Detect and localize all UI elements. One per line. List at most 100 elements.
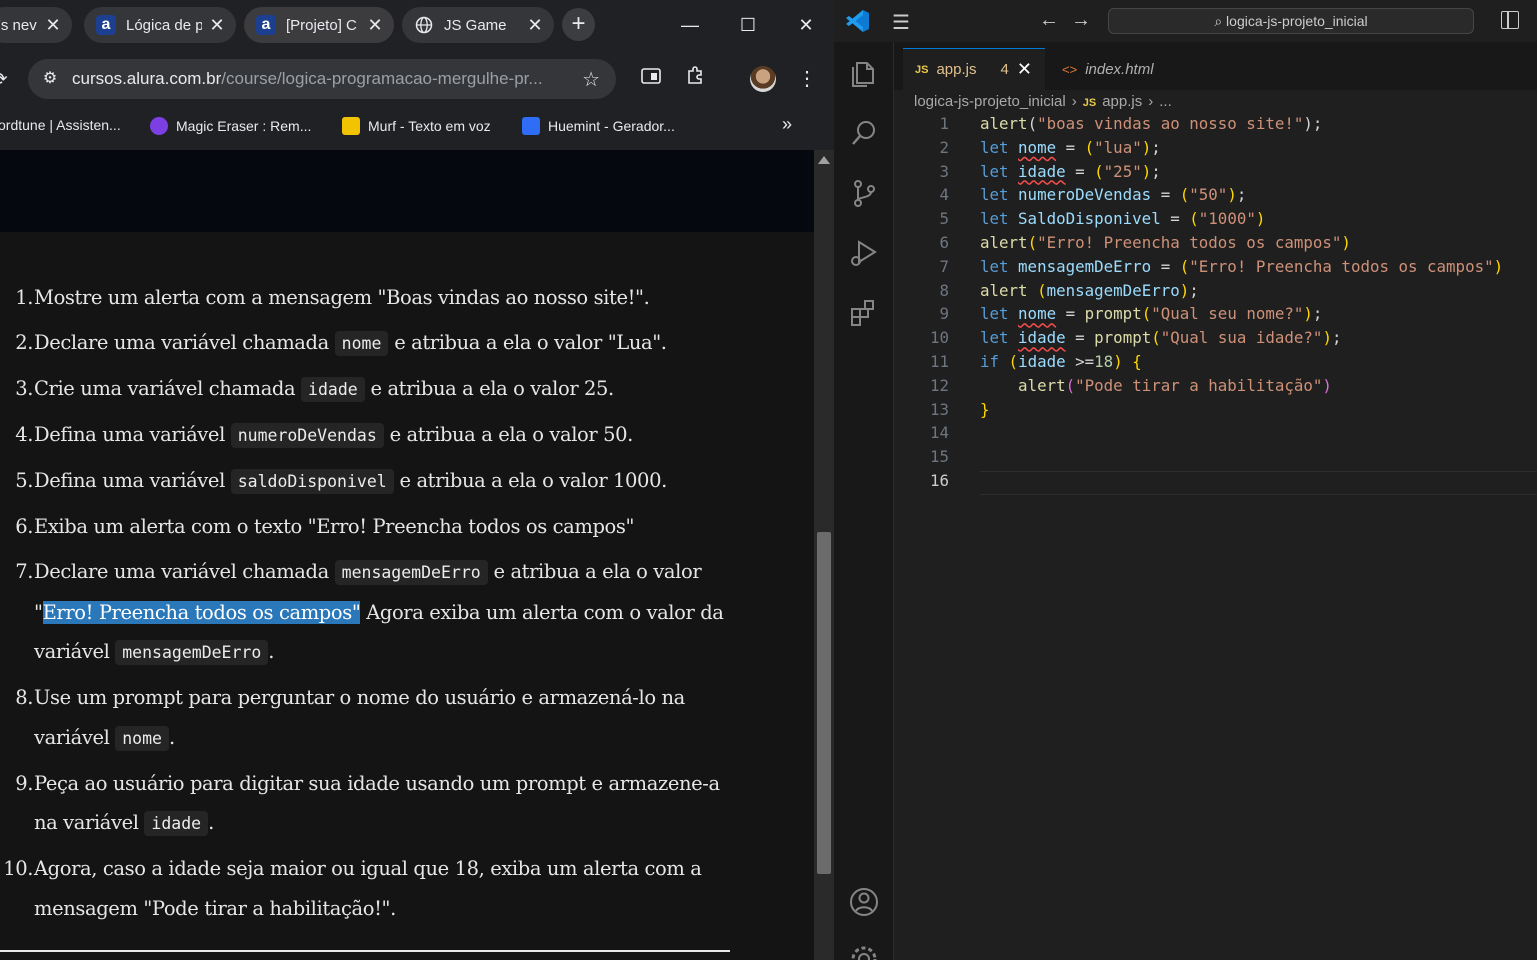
exercise-number: 2.	[15, 331, 33, 354]
code-line[interactable]: 9 let nome = prompt("Qual seu nome?");	[894, 304, 1537, 328]
code-token: let	[980, 304, 1019, 324]
code-line[interactable]: 10 let idade = prompt("Qual sua idade?");	[894, 328, 1537, 352]
extensions-icon[interactable]	[682, 65, 710, 93]
exercise-text: e atribua a ela o valor "Lua".	[388, 331, 667, 354]
code-token: let	[980, 161, 1019, 181]
exercise-text: Declare uma variável chamada	[34, 331, 335, 354]
url-text[interactable]: cursos.alura.com.br/course/logica-progra…	[72, 69, 562, 89]
run-debug-icon[interactable]	[847, 236, 881, 270]
murf-icon	[342, 117, 360, 135]
chevron-right-icon: ›	[1071, 93, 1077, 110]
page-content: 1. Mostre um alerta com a mensagem "Boas …	[0, 150, 814, 960]
code-token: ;	[1189, 280, 1199, 300]
more-menu-icon[interactable]: ⋮	[793, 65, 821, 93]
breadcrumb-folder[interactable]: logica-js-projeto_inicial	[914, 93, 1066, 110]
tab-title: 's nev	[0, 16, 37, 34]
code-line[interactable]: 6 alert("Erro! Preencha todos os campos")	[894, 233, 1537, 257]
explorer-icon[interactable]	[847, 56, 881, 90]
close-icon[interactable]: ✕	[208, 15, 226, 36]
code-token: "50"	[1189, 185, 1228, 205]
minimize-button[interactable]: —	[670, 10, 710, 40]
code-line[interactable]: 2 let nome = ("lua");	[894, 138, 1537, 162]
extensions-icon[interactable]	[847, 296, 881, 330]
line-number: 7	[939, 256, 949, 276]
browser-tab[interactable]: JS Game ✕	[402, 7, 554, 43]
code-token: (	[1179, 185, 1190, 205]
maximize-button[interactable]: ☐	[728, 10, 768, 40]
exercise-text: e atribua a ela o valor 1000.	[393, 469, 668, 492]
line-number: 13	[929, 399, 949, 419]
tab-strip: 's nev ✕ a Lógica de p ✕ a [Projeto] C ✕…	[0, 0, 834, 50]
bookmark-item[interactable]: ordtune | Assisten...	[0, 117, 121, 133]
toggle-panel-icon[interactable]	[1501, 11, 1519, 29]
site-info-icon[interactable]: ⚙	[38, 67, 62, 91]
tab-app-js[interactable]: JS app.js 4 ✕	[903, 48, 1045, 90]
code-line[interactable]: 15	[894, 447, 1537, 471]
forward-arrow-icon[interactable]: →	[1071, 9, 1091, 32]
page-scrollbar[interactable]	[814, 150, 834, 960]
settings-gear-icon[interactable]	[847, 942, 881, 960]
line-number: 14	[929, 423, 949, 443]
reload-icon[interactable]: ⟳	[0, 65, 14, 93]
tab-title: [Projeto] C	[286, 16, 357, 34]
code-line[interactable]: 12 alert("Pode tirar a habilitação")	[894, 376, 1537, 400]
code-token: )	[1113, 352, 1123, 371]
close-icon[interactable]: ✕	[44, 15, 62, 36]
code-line[interactable]: 16	[894, 471, 1537, 495]
scrollbar-thumb[interactable]	[817, 532, 831, 874]
exercise-item: 9. Peça ao usuário para digitar sua idade…	[0, 764, 730, 844]
line-source: alert("boas vindas ao nosso site!");	[980, 114, 1322, 133]
bookmark-star-icon[interactable]: ☆	[582, 67, 600, 92]
line-source: let numeroDeVendas = ("50");	[980, 185, 1246, 204]
scroll-up-arrow-icon[interactable]	[818, 156, 830, 164]
line-source: let idade = ("25");	[980, 162, 1161, 181]
bookmark-item[interactable]: Murf - Texto em voz	[342, 117, 491, 135]
code-line[interactable]: 8 alert (mensagemDeErro);	[894, 281, 1537, 305]
exercise-text: .	[208, 811, 214, 834]
javascript-file-icon: JS	[915, 63, 929, 76]
source-control-icon[interactable]	[847, 176, 881, 210]
breadcrumb-file[interactable]: app.js	[1102, 93, 1142, 110]
close-icon[interactable]: ✕	[1017, 59, 1032, 80]
code-line[interactable]: 5 let SaldoDisponivel = ("1000")	[894, 209, 1537, 233]
code-token: "lua"	[1094, 137, 1142, 157]
browser-tab[interactable]: a Lógica de p ✕	[84, 7, 236, 43]
code-token: alert	[980, 114, 1028, 133]
profile-avatar[interactable]	[750, 66, 776, 92]
code-line[interactable]: 1 alert("boas vindas ao nosso site!");	[894, 114, 1537, 138]
alura-logo-icon: a	[96, 15, 116, 35]
bookmark-item[interactable]: Huemint - Gerador...	[522, 117, 675, 135]
code-line[interactable]: 3 let idade = ("25");	[894, 162, 1537, 186]
alura-logo-icon: a	[256, 15, 276, 35]
code-token: "Erro! Preencha todos os campos"	[1189, 256, 1494, 276]
accounts-icon[interactable]	[847, 885, 881, 919]
line-source: }	[980, 400, 990, 419]
code-token: )	[1227, 185, 1237, 205]
close-icon[interactable]: ✕	[526, 15, 544, 36]
address-bar[interactable]: ⚙ cursos.alura.com.br/course/logica-prog…	[28, 59, 616, 99]
side-panel-icon[interactable]	[637, 65, 665, 93]
code-editor[interactable]: 1 alert("boas vindas ao nosso site!"); 2 le…	[894, 114, 1537, 960]
code-line[interactable]: 4 let numeroDeVendas = ("50");	[894, 185, 1537, 209]
command-center-search[interactable]: ⌕ logica-js-projeto_inicial	[1108, 8, 1474, 34]
code-line[interactable]: 11 if (idade >=18) {	[894, 352, 1537, 376]
search-icon[interactable]	[847, 116, 881, 150]
browser-tab[interactable]: a [Projeto] C ✕	[244, 7, 394, 43]
code-line[interactable]: 7 let mensagemDeErro = ("Erro! Preencha t…	[894, 257, 1537, 281]
code-line[interactable]: 14	[894, 423, 1537, 447]
menu-icon[interactable]: ☰	[892, 10, 910, 35]
code-token: ;	[1151, 137, 1161, 157]
breadcrumb-symbol[interactable]: ...	[1159, 93, 1172, 110]
code-token: let	[980, 185, 1019, 205]
back-arrow-icon[interactable]: ←	[1039, 9, 1059, 32]
code-token: (	[1027, 233, 1038, 252]
bookmark-item[interactable]: Magic Eraser : Rem...	[150, 117, 311, 135]
close-icon[interactable]: ✕	[366, 15, 384, 36]
line-source: if (idade >=18) {	[980, 352, 1142, 371]
browser-tab[interactable]: 's nev ✕	[0, 7, 72, 43]
new-tab-button[interactable]: +	[562, 8, 595, 41]
bookmarks-overflow-button[interactable]: »	[782, 114, 792, 135]
close-window-button[interactable]: ✕	[786, 10, 826, 40]
tab-index-html[interactable]: <> index.html	[1046, 48, 1192, 90]
code-line[interactable]: 13}	[894, 400, 1537, 424]
